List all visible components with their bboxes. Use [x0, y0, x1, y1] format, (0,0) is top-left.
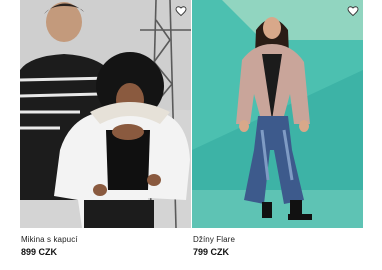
product-price: 899 CZK	[21, 247, 58, 257]
wishlist-button[interactable]	[175, 5, 187, 17]
product-card[interactable]: Džíny Flare 799 CZK	[192, 0, 363, 257]
product-price: 799 CZK	[193, 247, 230, 257]
product-card[interactable]: Mikina s kapucí 899 CZK	[20, 0, 191, 257]
product-name[interactable]: Džíny Flare	[193, 235, 235, 244]
product-image[interactable]	[192, 0, 363, 228]
product-image[interactable]	[20, 0, 191, 228]
product-photo-jeans	[192, 0, 363, 228]
wishlist-button[interactable]	[347, 5, 359, 17]
product-name[interactable]: Mikina s kapucí	[21, 235, 78, 244]
product-photo-hoodie	[20, 0, 191, 228]
heart-icon	[175, 6, 187, 17]
heart-icon	[347, 6, 359, 17]
